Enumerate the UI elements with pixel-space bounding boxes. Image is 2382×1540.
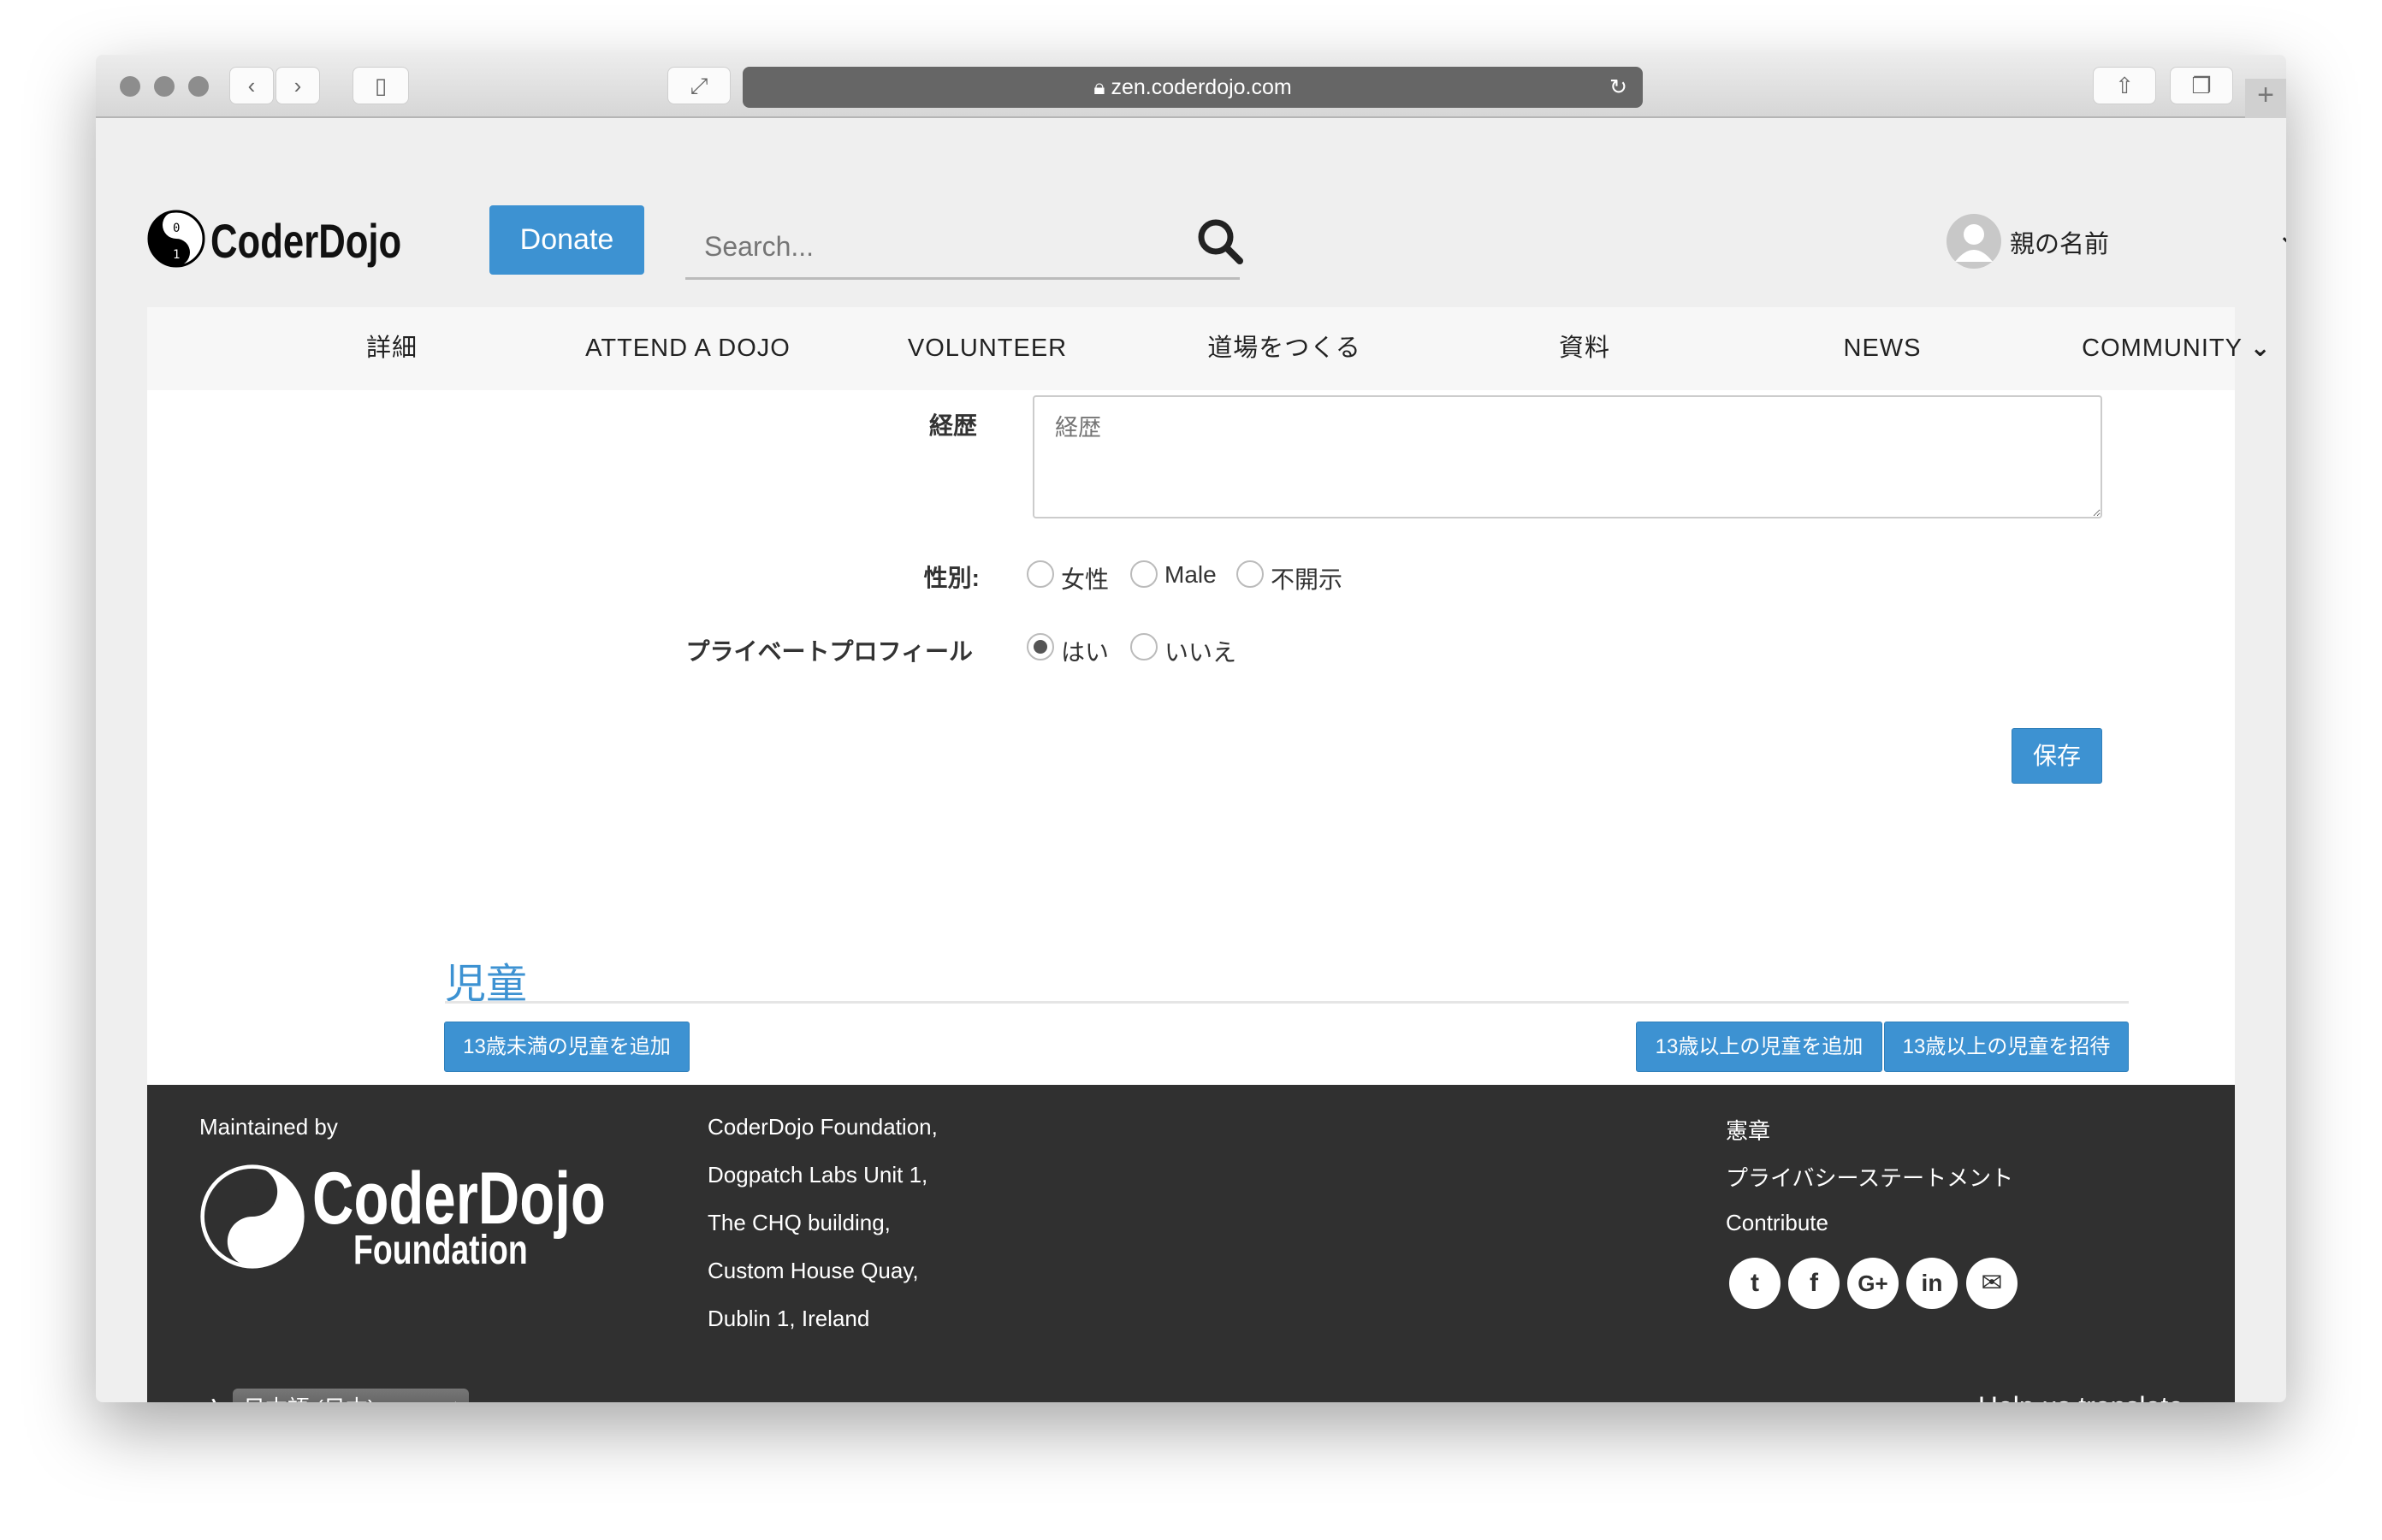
gender-option-label: 不開示	[1271, 566, 1343, 593]
gender-label: 性別:	[923, 565, 980, 591]
add-child-under-13-button[interactable]: 13歳未満の児童を追加	[444, 1022, 690, 1072]
browser-window: ‹ › ▯ ⤢ 🔒︎ zen.coderdojo.com ↻ ⇧ ❐ + 01 C…	[96, 55, 2286, 1402]
url-text: zen.coderdojo.com	[1111, 75, 1292, 99]
private-profile-label: プライベートプロフィール	[685, 638, 973, 665]
user-name[interactable]: 親の名前	[2010, 224, 2109, 260]
yin-yang-logo-icon: 01	[147, 210, 205, 268]
address-line: The CHQ building,	[708, 1210, 891, 1235]
address-bar[interactable]: 🔒︎ zen.coderdojo.com ↻	[743, 67, 1643, 108]
private-option-label: はい	[1061, 639, 1110, 666]
back-button[interactable]: ‹	[229, 67, 274, 104]
logo-text: CoderDojo	[210, 214, 402, 268]
language-selected-value: 日本語 (日本)	[243, 1395, 376, 1402]
bio-textarea[interactable]	[1033, 395, 2102, 518]
nav-item-community[interactable]: COMMUNITY ⌄	[2082, 307, 2272, 390]
gender-radio-male[interactable]	[1130, 560, 1158, 588]
select-arrows-icon: ⬍	[449, 1389, 462, 1402]
address-line: Custom House Quay,	[708, 1258, 919, 1283]
coderdojo-logo[interactable]: 01 CoderDojo	[147, 204, 401, 273]
nav-item-attend-a-dojo[interactable]: ATTEND A DOJO	[585, 307, 791, 390]
user-menu-chevron-down-icon[interactable]: ⌄	[2278, 221, 2286, 251]
save-button[interactable]: 保存	[2012, 728, 2102, 784]
add-child-over-13-button[interactable]: 13歳以上の児童を追加	[1636, 1022, 1882, 1072]
logo-subtext: Foundation	[353, 1228, 528, 1273]
bio-label: 経歴	[928, 412, 977, 439]
close-window-button[interactable]	[120, 76, 140, 97]
private-radio-yes[interactable]	[1027, 633, 1054, 660]
nav-item-news[interactable]: NEWS	[1844, 307, 1922, 390]
twitter-icon[interactable]: t	[1729, 1258, 1781, 1309]
minimize-window-button[interactable]	[154, 76, 175, 97]
address-line: Dublin 1, Ireland	[708, 1306, 870, 1331]
private-option-label: いいえ	[1164, 639, 1237, 666]
nav-item-details[interactable]: 詳細	[366, 307, 418, 390]
donate-button[interactable]: Donate	[489, 205, 644, 275]
sidebar-icon[interactable]: ▯	[353, 67, 409, 104]
search-icon[interactable]	[1196, 217, 1244, 265]
invite-child-over-13-button[interactable]: 13歳以上の児童を招待	[1884, 1022, 2129, 1072]
new-tab-button[interactable]: +	[2245, 79, 2286, 118]
linkedin-icon[interactable]: in	[1906, 1258, 1958, 1309]
footer: Maintained by 01 CoderDojo Foundation Co…	[147, 1085, 2235, 1402]
profile-form: 経歴 性別: 女性 Male 不開示 プライベートプロフィール はい いいえ 保…	[147, 390, 2235, 1085]
gender-radio-female[interactable]	[1027, 560, 1054, 588]
gender-radio-undisclosed[interactable]	[1236, 560, 1264, 588]
community-label: COMMUNITY	[2082, 335, 2243, 362]
gender-option-label: Male	[1164, 561, 1217, 588]
browser-toolbar: ‹ › ▯ ⤢ 🔒︎ zen.coderdojo.com ↻ ⇧ ❐ +	[96, 55, 2286, 118]
gender-option-label: 女性	[1061, 566, 1110, 593]
zoom-window-button[interactable]	[188, 76, 209, 97]
address-line: CoderDojo Foundation,	[708, 1114, 938, 1140]
nav-item-volunteer[interactable]: VOLUNTEER	[908, 307, 1067, 390]
reload-icon[interactable]: ↻	[1609, 67, 1627, 108]
address-line: Dogpatch Labs Unit 1,	[708, 1162, 928, 1188]
maintained-by-label: Maintained by	[199, 1114, 338, 1140]
search-input[interactable]	[685, 216, 1240, 280]
svg-text:0: 0	[173, 222, 180, 235]
svg-text:1: 1	[173, 248, 180, 262]
main-nav: 詳細 ATTEND A DOJO VOLUNTEER 道場をつくる 資料 NEW…	[147, 307, 2271, 390]
avatar[interactable]	[1946, 214, 2001, 269]
nav-item-resources[interactable]: 資料	[1559, 307, 1610, 390]
google-plus-icon[interactable]: G+	[1847, 1258, 1899, 1309]
chevron-down-icon: ⌄	[2249, 335, 2272, 362]
lock-icon: 🔒︎	[1093, 75, 1111, 99]
svg-text:1: 1	[246, 1233, 259, 1259]
share-icon[interactable]: ⇧	[2093, 67, 2156, 104]
charter-link[interactable]: 憲章	[1726, 1114, 1770, 1146]
contribute-link[interactable]: Contribute	[1726, 1210, 1828, 1236]
email-icon[interactable]: ✉	[1966, 1258, 2018, 1309]
help-translate-link[interactable]: Help us translate	[1978, 1391, 2184, 1402]
fullscreen-icon[interactable]: ⤢	[667, 67, 731, 104]
nav-item-start-dojo[interactable]: 道場をつくる	[1207, 307, 1360, 390]
coderdojo-foundation-logo[interactable]: 01 CoderDojo Foundation	[199, 1158, 606, 1273]
divider	[445, 1001, 2129, 1004]
facebook-icon[interactable]: f	[1788, 1258, 1840, 1309]
private-radio-no[interactable]	[1130, 633, 1158, 660]
yin-yang-logo-icon: 01	[200, 1164, 305, 1269]
language-select[interactable]: 日本語 (日本) ⬍	[233, 1389, 469, 1402]
tabs-icon[interactable]: ❐	[2170, 67, 2233, 104]
svg-text:0: 0	[246, 1184, 259, 1210]
page: 01 CoderDojo Donate 親の名前 ⌄ 詳細 ATTEND A D…	[147, 118, 2286, 1402]
forward-button[interactable]: ›	[276, 67, 320, 104]
privacy-statement-link[interactable]: プライバシーステートメント	[1726, 1161, 2013, 1193]
